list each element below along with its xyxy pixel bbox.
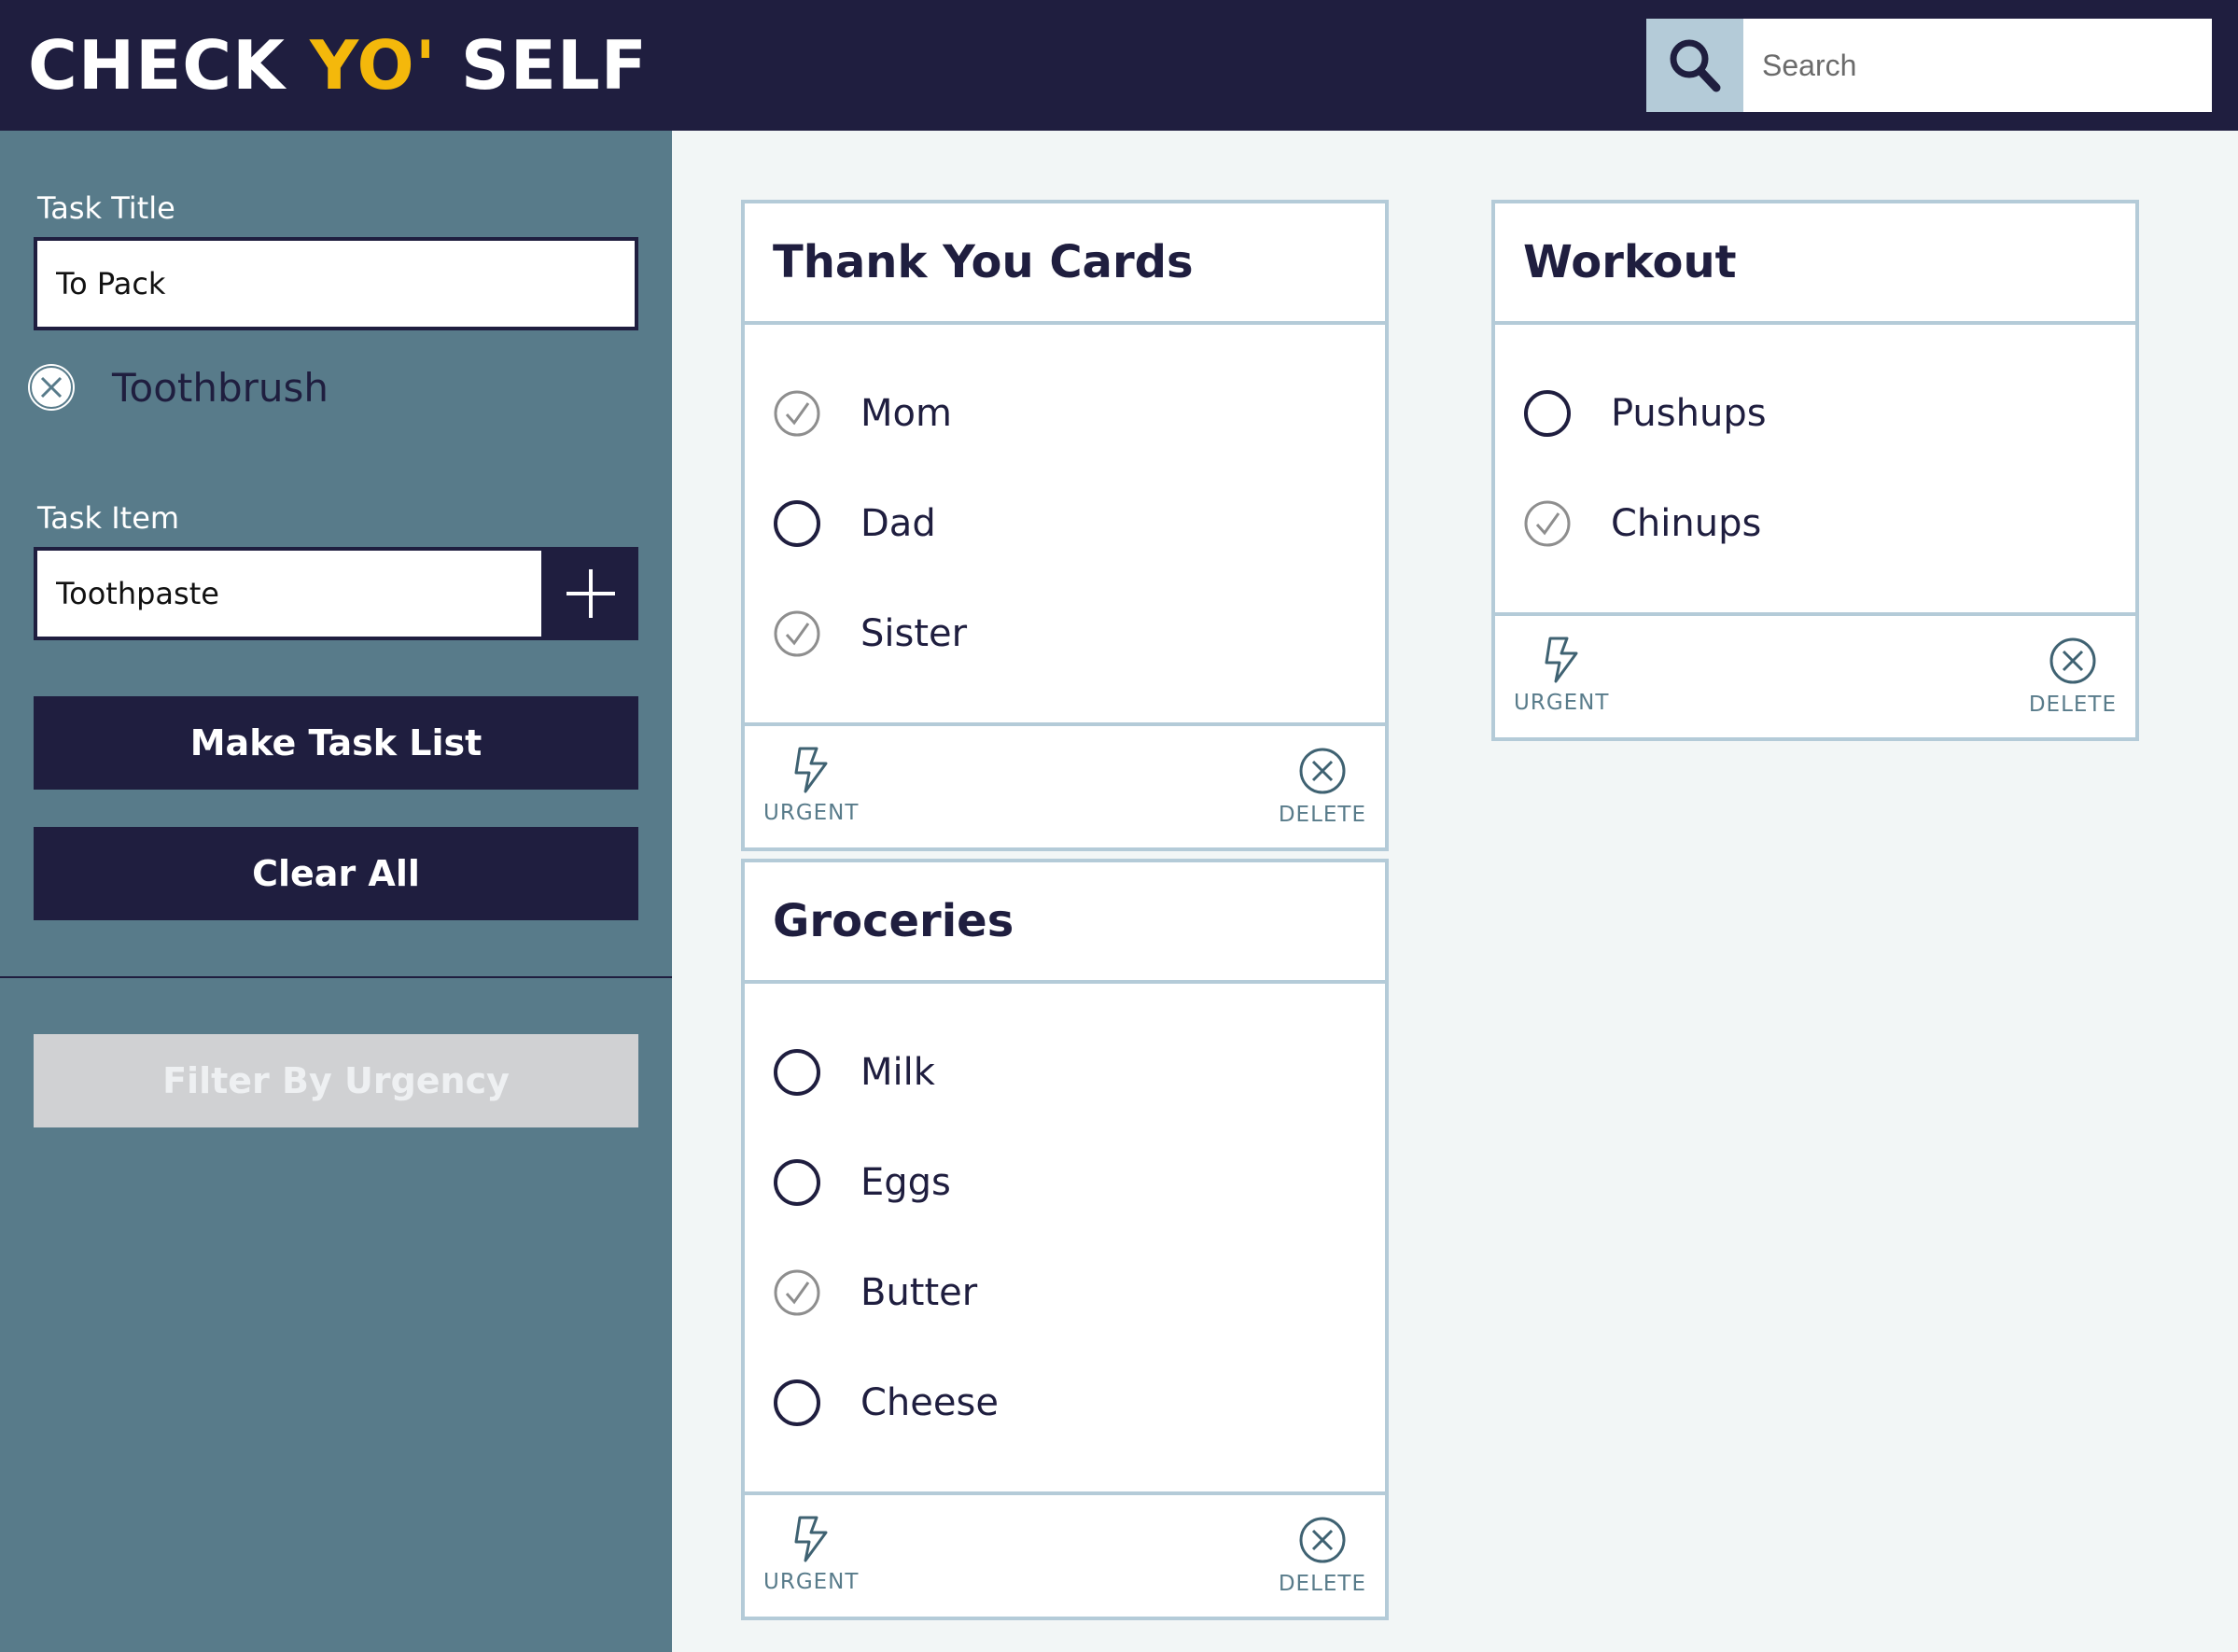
close-circle-icon — [1299, 748, 1346, 794]
app-logo: CHECK YO' SELF — [28, 26, 648, 105]
sidebar-divider — [0, 976, 672, 978]
checked-circle-icon[interactable] — [773, 389, 821, 438]
task-card: Workout Pushups Chinups URGENT DELETE — [1491, 200, 2139, 741]
unchecked-circle-icon[interactable] — [1523, 389, 1572, 438]
card-footer: URGENT DELETE — [1495, 616, 2135, 737]
task-title-label: Task Title — [37, 190, 175, 226]
task-item[interactable]: Butter — [745, 1238, 1385, 1348]
logo-accent: YO' — [309, 26, 437, 105]
task-item[interactable]: Sister — [745, 579, 1385, 689]
urgent-label: URGENT — [763, 1570, 860, 1594]
task-card: Thank You Cards Mom Dad Sister URGENT DE… — [741, 200, 1389, 851]
add-item-button[interactable] — [543, 547, 638, 640]
task-item-text: Butter — [860, 1271, 978, 1314]
checked-circle-icon[interactable] — [1523, 499, 1572, 548]
lightning-bolt-icon — [794, 1516, 828, 1562]
delete-label: DELETE — [1278, 1572, 1366, 1596]
task-item-text: Sister — [860, 612, 968, 655]
task-item[interactable]: Chinups — [1495, 469, 2135, 579]
task-title-input[interactable] — [34, 237, 638, 330]
card-task-list: Milk Eggs Butter Cheese — [745, 984, 1385, 1495]
task-card: Groceries Milk Eggs Butter Cheese URGENT… — [741, 859, 1389, 1620]
delete-label: DELETE — [1278, 803, 1366, 827]
search-button[interactable] — [1646, 19, 1743, 112]
unchecked-circle-icon[interactable] — [773, 1379, 821, 1427]
unchecked-circle-icon[interactable] — [773, 1048, 821, 1097]
pending-item-text: Toothbrush — [112, 364, 329, 411]
unchecked-circle-icon[interactable] — [773, 1158, 821, 1207]
search-icon — [1670, 39, 1721, 92]
task-item-text: Pushups — [1611, 392, 1767, 435]
task-item[interactable]: Pushups — [1495, 358, 2135, 469]
card-footer: URGENT DELETE — [745, 726, 1385, 847]
task-item[interactable]: Mom — [745, 358, 1385, 469]
search-bar — [1646, 19, 2212, 112]
lightning-bolt-icon — [1545, 637, 1578, 683]
filter-by-urgency-button[interactable]: Filter By Urgency — [34, 1034, 638, 1127]
card-title: Groceries — [745, 862, 1385, 984]
task-item[interactable]: Cheese — [745, 1348, 1385, 1458]
logo-part-1: CHECK — [28, 26, 310, 105]
task-item-text: Mom — [860, 392, 952, 435]
delete-button[interactable]: DELETE — [1279, 1516, 1366, 1596]
task-item[interactable]: Eggs — [745, 1127, 1385, 1238]
pending-task-item: Toothbrush — [28, 359, 329, 415]
task-item-text: Cheese — [860, 1381, 999, 1424]
urgent-label: URGENT — [1514, 691, 1610, 715]
close-circle-icon — [1299, 1517, 1346, 1563]
urgent-label: URGENT — [763, 801, 860, 825]
card-task-list: Pushups Chinups — [1495, 325, 2135, 616]
task-item-text: Milk — [860, 1051, 935, 1094]
checked-circle-icon[interactable] — [773, 1268, 821, 1317]
card-footer: URGENT DELETE — [745, 1495, 1385, 1617]
delete-label: DELETE — [2028, 693, 2117, 717]
close-circle-icon — [30, 366, 73, 409]
urgent-button[interactable]: URGENT — [763, 1516, 859, 1594]
delete-button[interactable]: DELETE — [2029, 637, 2117, 717]
logo-part-2: SELF — [436, 26, 648, 105]
app-header: CHECK YO' SELF — [0, 0, 2238, 131]
urgent-button[interactable]: URGENT — [1514, 637, 1609, 715]
checked-circle-icon[interactable] — [773, 609, 821, 658]
card-title: Thank You Cards — [745, 203, 1385, 325]
task-item[interactable]: Milk — [745, 1017, 1385, 1127]
plus-icon — [566, 569, 615, 618]
task-item-label: Task Item — [37, 500, 180, 536]
task-item-text: Chinups — [1611, 502, 1762, 545]
search-input[interactable] — [1743, 19, 2212, 112]
sidebar: Task Title Toothbrush Task Item Make Tas… — [0, 131, 672, 1652]
unchecked-circle-icon[interactable] — [773, 499, 821, 548]
task-item-input[interactable] — [34, 547, 545, 640]
task-item[interactable]: Dad — [745, 469, 1385, 579]
remove-item-button[interactable] — [28, 364, 75, 411]
lightning-bolt-icon — [794, 747, 828, 793]
clear-all-button[interactable]: Clear All — [34, 827, 638, 920]
urgent-button[interactable]: URGENT — [763, 747, 859, 825]
task-item-text: Dad — [860, 502, 936, 545]
card-title: Workout — [1495, 203, 2135, 325]
card-task-list: Mom Dad Sister — [745, 325, 1385, 726]
task-item-text: Eggs — [860, 1161, 951, 1204]
delete-button[interactable]: DELETE — [1279, 747, 1366, 827]
close-circle-icon — [2049, 637, 2096, 684]
make-task-list-button[interactable]: Make Task List — [34, 696, 638, 790]
